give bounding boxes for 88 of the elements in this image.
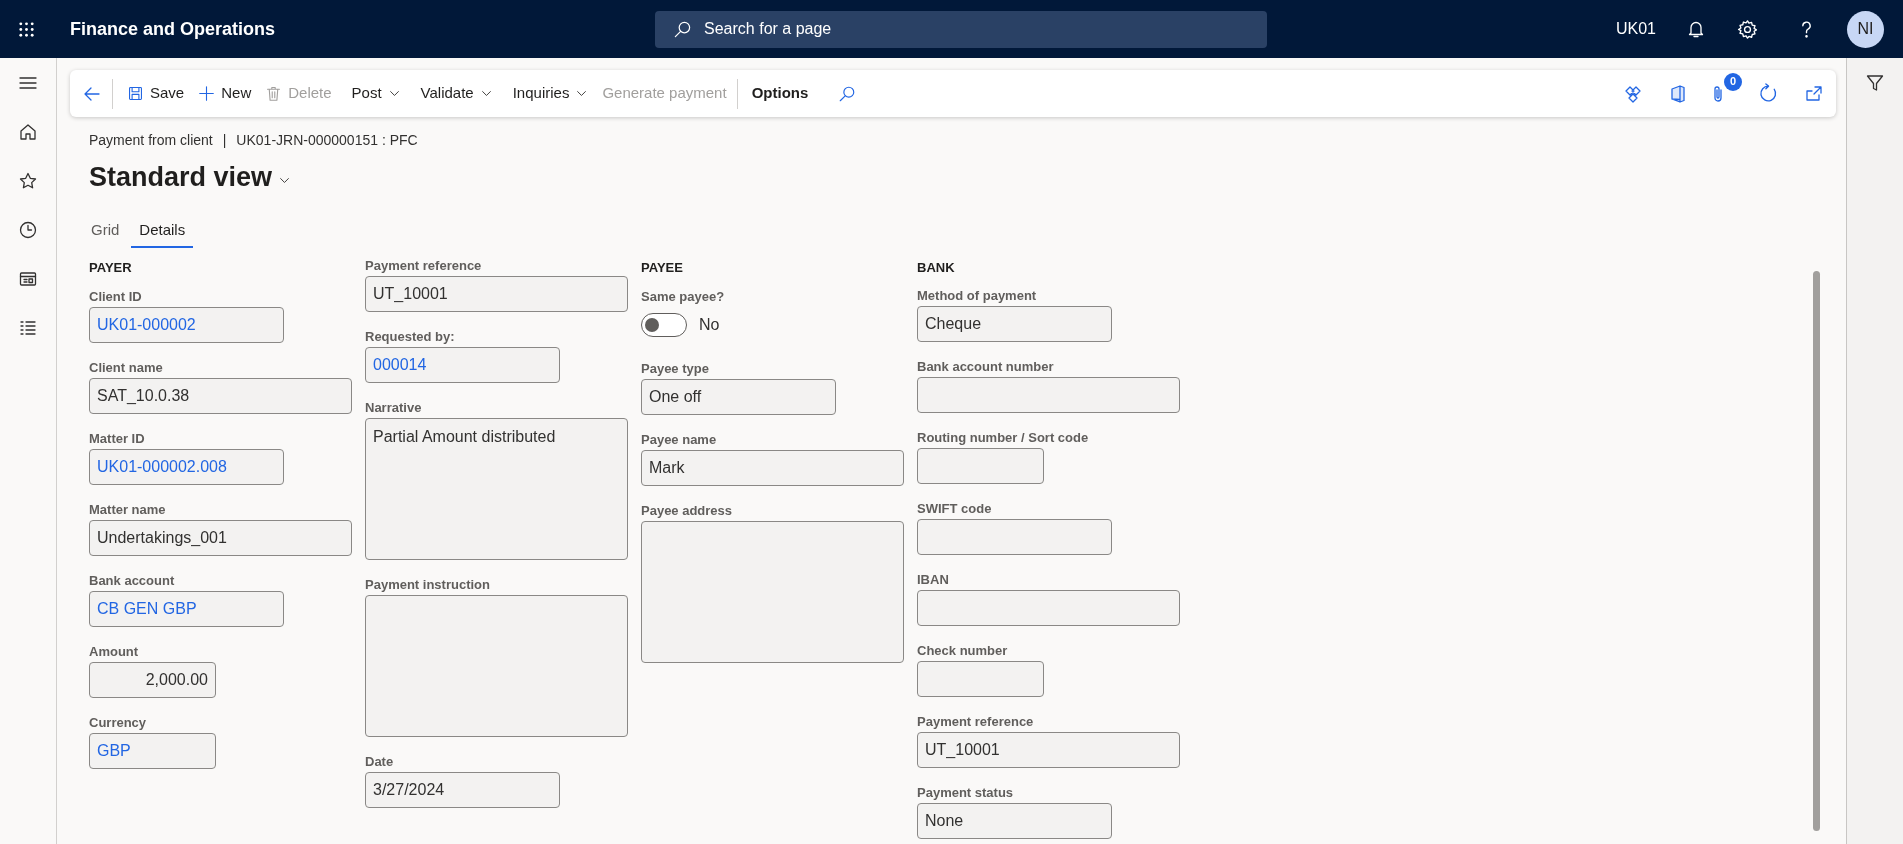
lookup-field[interactable]: GBP <box>89 732 216 769</box>
tab[interactable]: Details <box>131 215 194 248</box>
input-field[interactable]: One off <box>641 378 836 415</box>
input-field[interactable]: None <box>917 803 1112 839</box>
breadcrumb-text: UK01-JRN-000000151 : PFC <box>236 131 418 150</box>
input-field[interactable]: 2,000.00 <box>89 661 216 698</box>
list-icon[interactable] <box>18 318 38 338</box>
field-label: Check number <box>917 642 1009 659</box>
breadcrumb-text: Payment from client <box>89 131 213 150</box>
input-field[interactable]: Mark <box>641 449 904 486</box>
app-title[interactable]: Finance and Operations <box>70 15 276 43</box>
input-field[interactable]: UT_10001 <box>365 275 628 312</box>
search-icon <box>673 19 693 39</box>
text-area[interactable] <box>641 520 904 663</box>
lookup-field[interactable]: UK01-000002 <box>89 306 284 343</box>
view-selector[interactable]: Standard view <box>89 157 292 198</box>
search-icon[interactable] <box>838 84 857 103</box>
field-label: IBAN <box>917 571 950 588</box>
attachment-count-badge: 0 <box>1724 72 1742 91</box>
pop-out-icon[interactable] <box>1804 83 1824 104</box>
field-label: Requested by: <box>365 327 456 345</box>
input-field[interactable]: SAT_10.0.38 <box>89 377 352 414</box>
field-label: Method of payment <box>917 287 1038 304</box>
input-field[interactable] <box>917 448 1044 484</box>
field-label: SWIFT code <box>917 500 993 517</box>
field-label: Client name <box>89 358 164 376</box>
field-label: Payment reference <box>917 713 1035 730</box>
save-icon <box>127 85 144 102</box>
input-field[interactable] <box>917 590 1180 626</box>
search-field[interactable]: Search for a page <box>655 10 1268 48</box>
lookup-field[interactable]: CB GEN GBP <box>89 590 284 627</box>
section-heading: PAYEE <box>641 258 684 277</box>
input-field[interactable]: Cheque <box>917 306 1112 342</box>
section-heading: BANK <box>917 258 956 277</box>
field-label: Payee name <box>641 430 718 448</box>
menu-button[interactable]: Validate <box>420 77 493 110</box>
field-label: Bank account <box>89 571 176 589</box>
workspace-icon[interactable] <box>18 269 38 289</box>
company-label[interactable]: UK01 <box>1615 17 1656 41</box>
field-label: Matter name <box>89 500 167 518</box>
settings-icon[interactable] <box>1737 18 1758 40</box>
toggle-switch[interactable] <box>641 313 687 337</box>
scrollbar-thumb[interactable] <box>1813 270 1820 831</box>
home-icon[interactable] <box>18 122 38 142</box>
section-heading: PAYER <box>89 258 133 277</box>
breadcrumb-separator: | <box>222 131 227 150</box>
notifications-icon[interactable] <box>1686 19 1706 39</box>
tab[interactable]: Grid <box>83 215 128 248</box>
input-field[interactable]: UT_10001 <box>917 732 1180 768</box>
field-label: Payment instruction <box>365 575 491 593</box>
text-area[interactable]: Partial Amount distributed <box>365 417 628 560</box>
field-label: Payment reference <box>365 256 483 274</box>
field-label: Payee address <box>641 501 734 519</box>
menu-button[interactable]: Inquiries <box>512 77 589 110</box>
menu-button[interactable]: Post <box>351 77 401 110</box>
field-label: Narrative <box>365 398 423 416</box>
field-label: Matter ID <box>89 429 146 447</box>
field-label: Date <box>365 752 395 770</box>
toolbar-button[interactable]: Save <box>127 77 185 110</box>
input-field[interactable]: 3/27/2024 <box>365 771 560 808</box>
field-label: Same payee? <box>641 287 726 305</box>
app-launcher-icon[interactable] <box>17 19 36 39</box>
star-icon[interactable] <box>18 171 38 191</box>
field-label: Routing number / Sort code <box>917 429 1090 446</box>
toolbar-button[interactable]: New <box>198 77 252 110</box>
input-field[interactable] <box>917 519 1112 555</box>
input-field[interactable] <box>917 377 1180 413</box>
refresh-icon[interactable] <box>1758 83 1779 104</box>
text-area[interactable] <box>365 594 628 737</box>
toggle-state-text: No <box>699 315 720 335</box>
field-label: Currency <box>89 713 148 731</box>
plus-icon <box>198 85 216 102</box>
field-label: Amount <box>89 642 140 660</box>
input-field[interactable] <box>917 661 1044 697</box>
clock-icon[interactable] <box>18 220 38 240</box>
field-label: Payee type <box>641 359 710 377</box>
trash-icon <box>265 85 283 102</box>
input-field[interactable]: Undertakings_001 <box>89 519 352 556</box>
office-icon[interactable] <box>1668 83 1688 104</box>
filter-icon[interactable] <box>1865 73 1885 93</box>
options-tab[interactable]: Options <box>749 77 811 110</box>
user-avatar[interactable]: NI <box>1847 10 1884 48</box>
field-label: Payment status <box>917 784 1015 801</box>
field-label: Bank account number <box>917 358 1055 375</box>
attachment-icon[interactable] <box>1713 83 1723 104</box>
lookup-field[interactable]: 000014 <box>365 346 560 383</box>
field-label: Client ID <box>89 287 143 305</box>
lookup-field[interactable]: UK01-000002.008 <box>89 448 284 485</box>
